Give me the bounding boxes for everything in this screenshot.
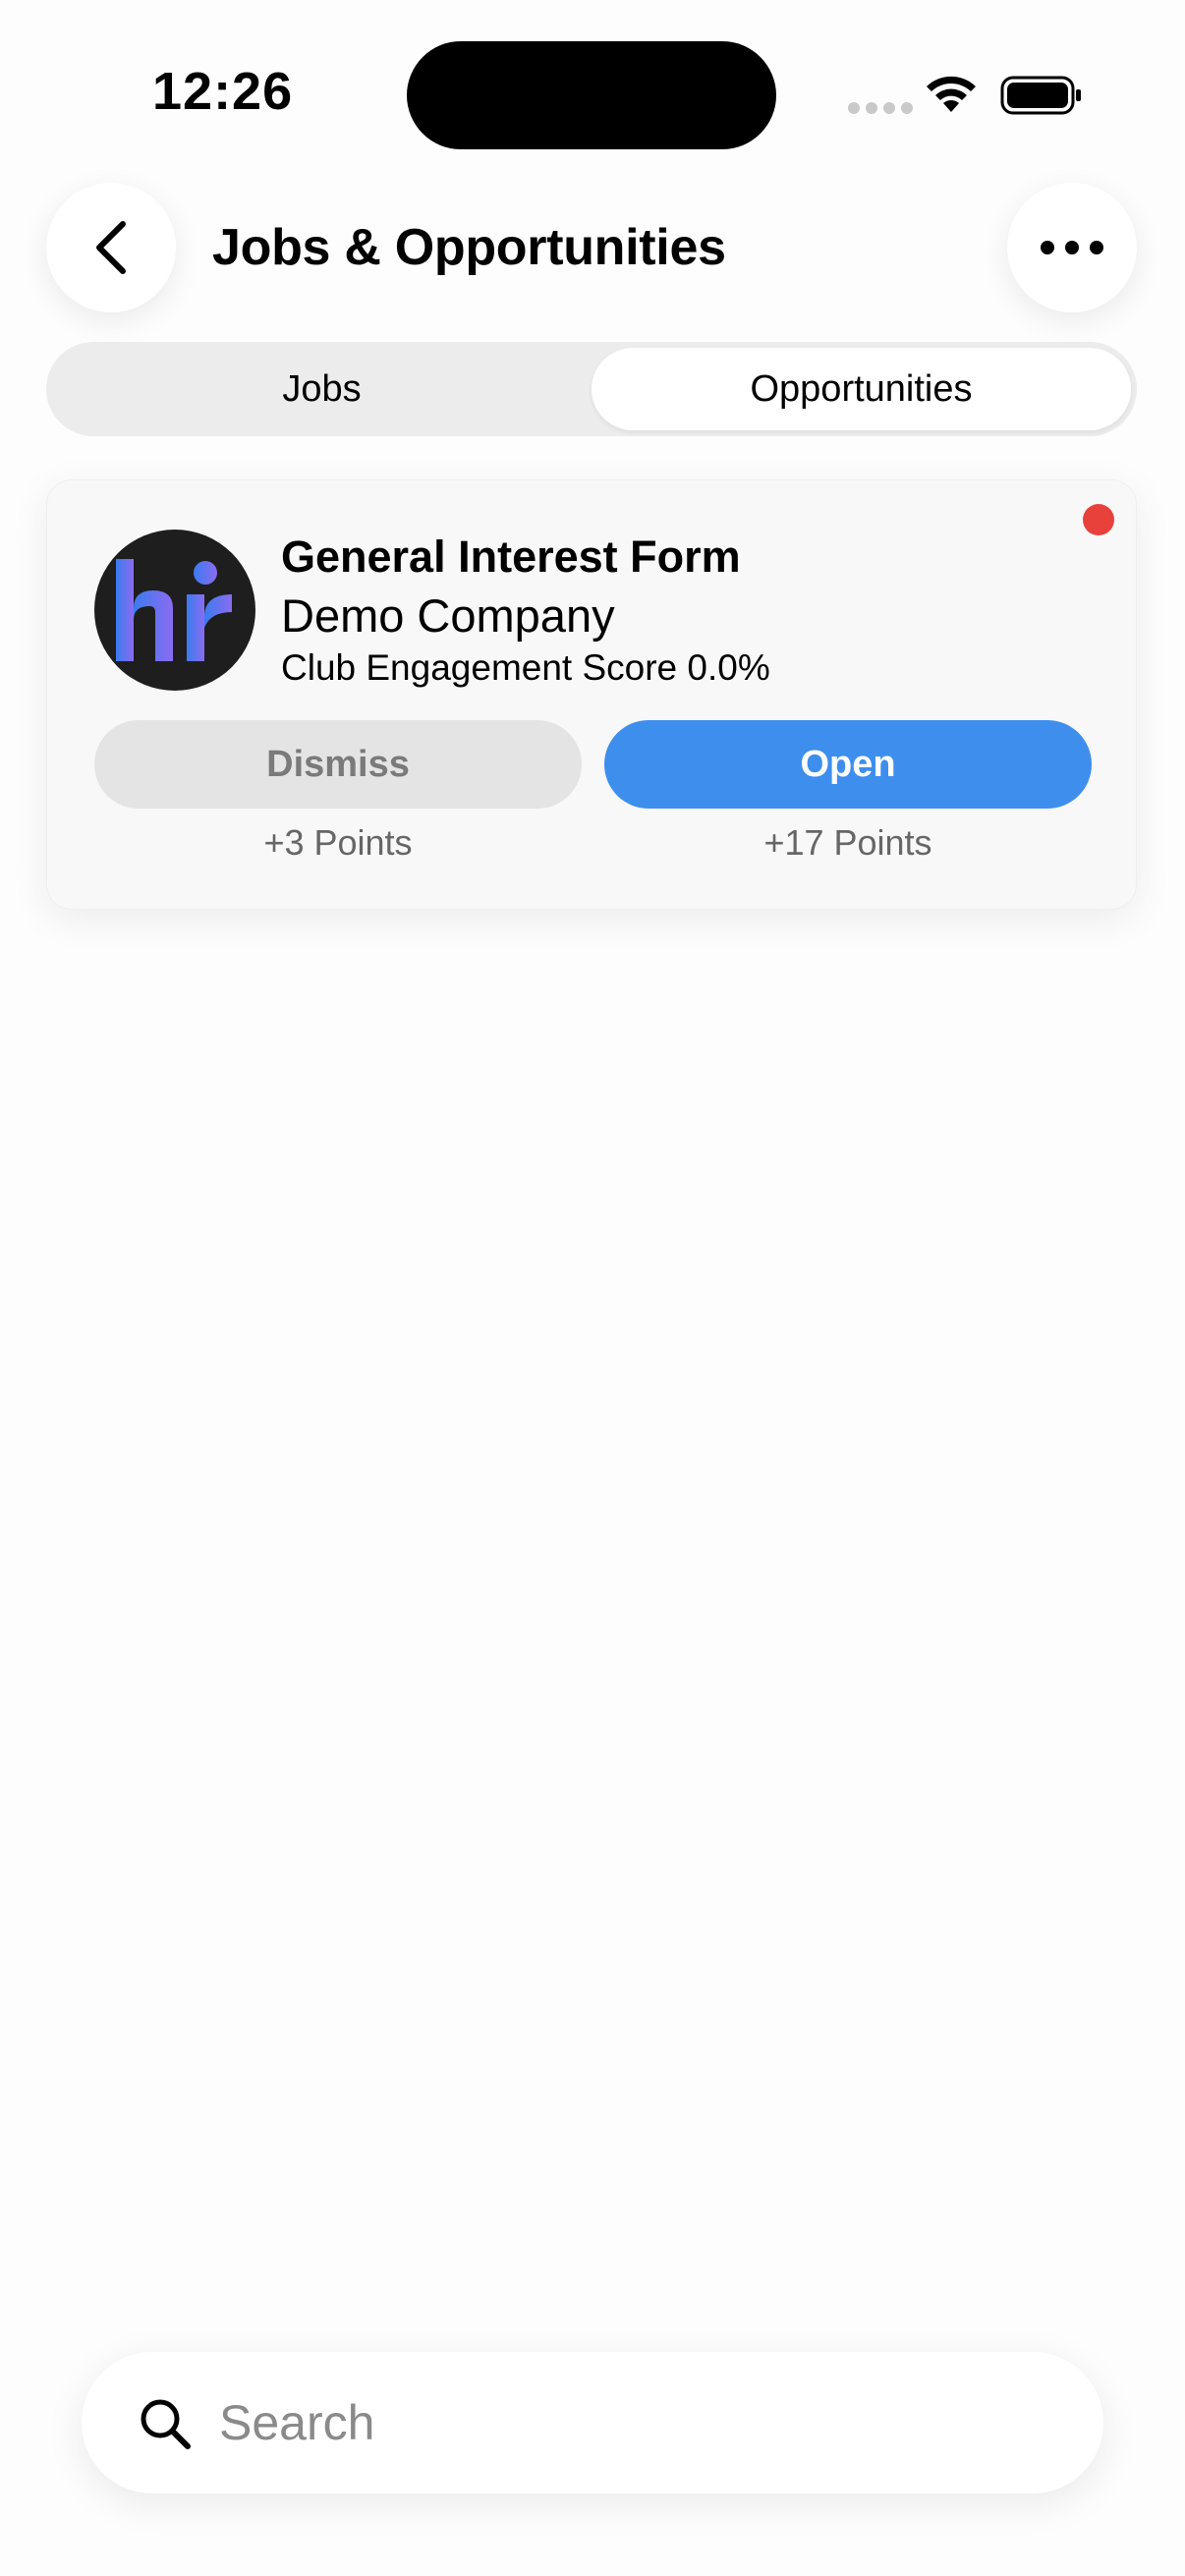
ellipsis-icon [1041,241,1103,254]
cellular-signal-icon [848,102,913,114]
status-time: 12:26 [152,62,294,121]
hr-logo-icon [116,559,232,661]
more-options-button[interactable] [1007,183,1137,312]
dismiss-button[interactable]: Dismiss [94,720,582,809]
search-icon [141,2399,191,2449]
tab-opportunities[interactable]: Opportunities [592,348,1131,430]
dynamic-island [407,41,776,149]
opportunity-title: General Interest Form [281,532,741,582]
search-input[interactable] [219,2381,1054,2464]
engagement-score: Club Engagement Score 0.0% [281,647,770,688]
opportunity-card[interactable]: General Interest Form Demo Company Club … [46,479,1137,910]
open-button[interactable]: Open [604,720,1092,809]
unread-indicator [1083,504,1114,535]
chevron-left-icon [96,221,126,274]
screen: 12:26 Jobs & Opportunities Jobs Opportun… [0,0,1185,2576]
company-name: Demo Company [281,589,615,642]
back-button[interactable] [46,183,176,312]
open-points: +17 Points [763,822,932,863]
search-bar[interactable] [82,2352,1103,2493]
wifi-icon [927,76,976,112]
dismiss-points: +3 Points [263,822,413,863]
company-logo [94,530,255,691]
battery-icon [1000,76,1081,115]
tab-jobs[interactable]: Jobs [52,348,592,430]
segmented-control: Jobs Opportunities [46,342,1137,436]
page-title: Jobs & Opportunities [212,219,726,276]
